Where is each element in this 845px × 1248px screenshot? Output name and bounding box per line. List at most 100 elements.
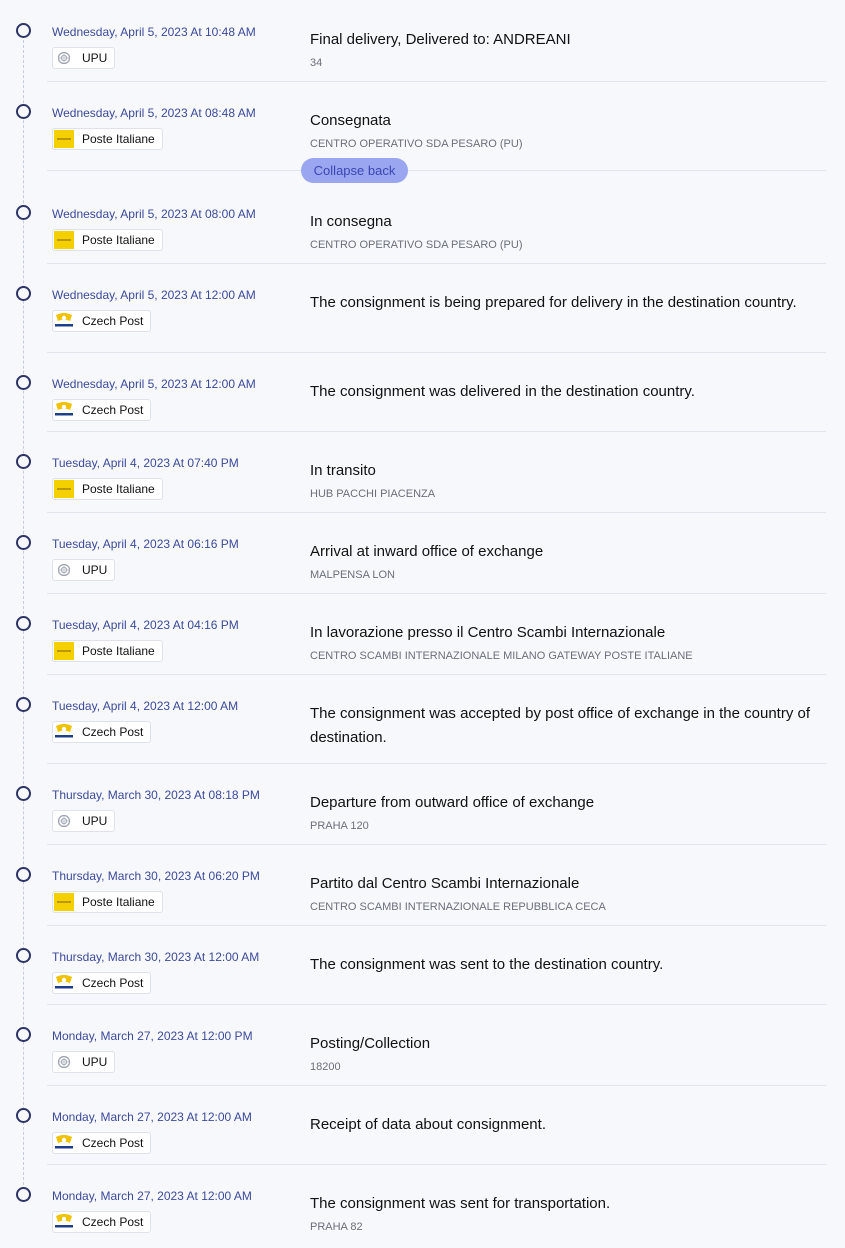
event-title: The consignment was delivered in the des…	[310, 383, 695, 400]
event-location: CENTRO OPERATIVO SDA PESARO (PU)	[310, 239, 523, 251]
carrier-badge: Poste Italiane	[52, 891, 163, 913]
event-date: Wednesday, April 5, 2023 At 08:48 AM	[52, 106, 256, 120]
carrier-badge: Czech Post	[52, 310, 152, 332]
event-date: Monday, March 27, 2023 At 12:00 PM	[52, 1029, 253, 1043]
czech-post-logo-icon	[54, 723, 74, 741]
event-divider	[47, 1085, 826, 1086]
timeline-dot-icon	[16, 948, 31, 963]
carrier-badge: Poste Italiane	[52, 128, 163, 150]
poste-italiane-logo-icon	[54, 893, 74, 911]
czech-post-logo-icon	[54, 1213, 74, 1231]
carrier-badge: Czech Post	[52, 1211, 152, 1233]
event-title: Posting/Collection	[310, 1035, 431, 1052]
carrier-name: Poste Italiane	[82, 644, 155, 658]
event-divider	[47, 512, 826, 513]
carrier-badge: UPU	[52, 1051, 116, 1073]
carrier-badge: UPU	[52, 47, 116, 69]
carrier-name: Poste Italiane	[82, 895, 155, 909]
timeline-dot-icon	[16, 867, 31, 882]
event-date: Thursday, March 30, 2023 At 08:18 PM	[52, 788, 260, 802]
carrier-name: Czech Post	[82, 403, 144, 417]
carrier-badge: Czech Post	[52, 972, 152, 994]
event-title: The consignment was accepted by post off…	[310, 705, 811, 746]
carrier-name: Czech Post	[82, 725, 144, 739]
carrier-name: UPU	[82, 563, 108, 577]
timeline-dot-icon	[16, 23, 31, 38]
event-location: CENTRO OPERATIVO SDA PESARO (PU)	[310, 138, 523, 150]
carrier-name: UPU	[82, 51, 108, 65]
carrier-badge: Poste Italiane	[52, 478, 163, 500]
event-divider	[47, 170, 826, 171]
carrier-name: UPU	[82, 814, 108, 828]
event-title: Partito dal Centro Scambi Internazionale	[310, 875, 580, 892]
event-date: Wednesday, April 5, 2023 At 10:48 AM	[52, 25, 256, 39]
event-date: Wednesday, April 5, 2023 At 12:00 AM	[52, 377, 256, 391]
upu-logo-icon	[54, 1053, 74, 1071]
timeline-dot-icon	[16, 104, 31, 119]
poste-italiane-logo-icon	[54, 130, 74, 148]
carrier-badge: Poste Italiane	[52, 229, 163, 251]
event-date: Monday, March 27, 2023 At 12:00 AM	[52, 1110, 252, 1124]
event-location: 18200	[310, 1061, 341, 1073]
poste-italiane-logo-icon	[54, 480, 74, 498]
event-location: PRAHA 82	[310, 1221, 363, 1233]
event-title: In transito	[310, 462, 376, 479]
timeline-dot-icon	[16, 535, 31, 550]
upu-logo-icon	[54, 561, 74, 579]
event-location: CENTRO SCAMBI INTERNAZIONALE REPUBBLICA …	[310, 901, 606, 913]
carrier-badge: Czech Post	[52, 721, 152, 743]
event-title: Consegnata	[310, 112, 391, 129]
upu-logo-icon	[54, 49, 74, 67]
event-location: HUB PACCHI PIACENZA	[310, 488, 436, 500]
carrier-name: Czech Post	[82, 1215, 144, 1229]
poste-italiane-logo-icon	[54, 231, 74, 249]
timeline-dot-icon	[16, 697, 31, 712]
event-divider	[47, 431, 826, 432]
event-divider	[47, 844, 826, 845]
timeline-dot-icon	[16, 454, 31, 469]
event-title: The consignment is being prepared for de…	[310, 294, 797, 311]
event-date: Wednesday, April 5, 2023 At 08:00 AM	[52, 207, 256, 221]
collapse-back-button[interactable]: Collapse back	[301, 158, 408, 183]
czech-post-logo-icon	[54, 401, 74, 419]
event-title: Arrival at inward office of exchange	[310, 543, 544, 560]
timeline-dot-icon	[16, 616, 31, 631]
event-date: Tuesday, April 4, 2023 At 12:00 AM	[52, 699, 239, 713]
carrier-name: Czech Post	[82, 976, 144, 990]
timeline-dot-icon	[16, 786, 31, 801]
carrier-badge: Czech Post	[52, 1132, 152, 1154]
event-divider	[47, 593, 826, 594]
carrier-name: UPU	[82, 1055, 108, 1069]
event-location: PRAHA 120	[310, 820, 369, 832]
event-title: In lavorazione presso il Centro Scambi I…	[310, 624, 666, 641]
timeline-dot-icon	[16, 1187, 31, 1202]
event-divider	[47, 925, 826, 926]
event-divider	[47, 674, 826, 675]
event-divider	[47, 763, 826, 764]
czech-post-logo-icon	[54, 1134, 74, 1152]
carrier-name: Poste Italiane	[82, 132, 155, 146]
event-divider	[47, 352, 826, 353]
carrier-name: Poste Italiane	[82, 482, 155, 496]
event-location: CENTRO SCAMBI INTERNAZIONALE MILANO GATE…	[310, 650, 693, 662]
event-divider	[47, 81, 826, 82]
event-date: Thursday, March 30, 2023 At 06:20 PM	[52, 869, 260, 883]
timeline-dot-icon	[16, 1027, 31, 1042]
upu-logo-icon	[54, 812, 74, 830]
timeline-dot-icon	[16, 375, 31, 390]
timeline-dot-icon	[16, 286, 31, 301]
carrier-name: Czech Post	[82, 1136, 144, 1150]
carrier-name: Czech Post	[82, 314, 144, 328]
event-divider	[47, 1164, 826, 1165]
carrier-badge: UPU	[52, 559, 116, 581]
tracking-timeline: Wednesday, April 5, 2023 At 10:48 AM UPU F…	[0, 0, 845, 1248]
event-location: 34	[310, 57, 323, 69]
event-divider	[47, 1004, 826, 1005]
carrier-badge: UPU	[52, 810, 116, 832]
event-date: Tuesday, April 4, 2023 At 06:16 PM	[52, 537, 239, 551]
event-date: Thursday, March 30, 2023 At 12:00 AM	[52, 950, 260, 964]
czech-post-logo-icon	[54, 974, 74, 992]
czech-post-logo-icon	[54, 312, 74, 330]
event-title: Final delivery, Delivered to: ANDREANI	[310, 31, 571, 48]
event-title: The consignment was sent for transportat…	[310, 1195, 611, 1212]
